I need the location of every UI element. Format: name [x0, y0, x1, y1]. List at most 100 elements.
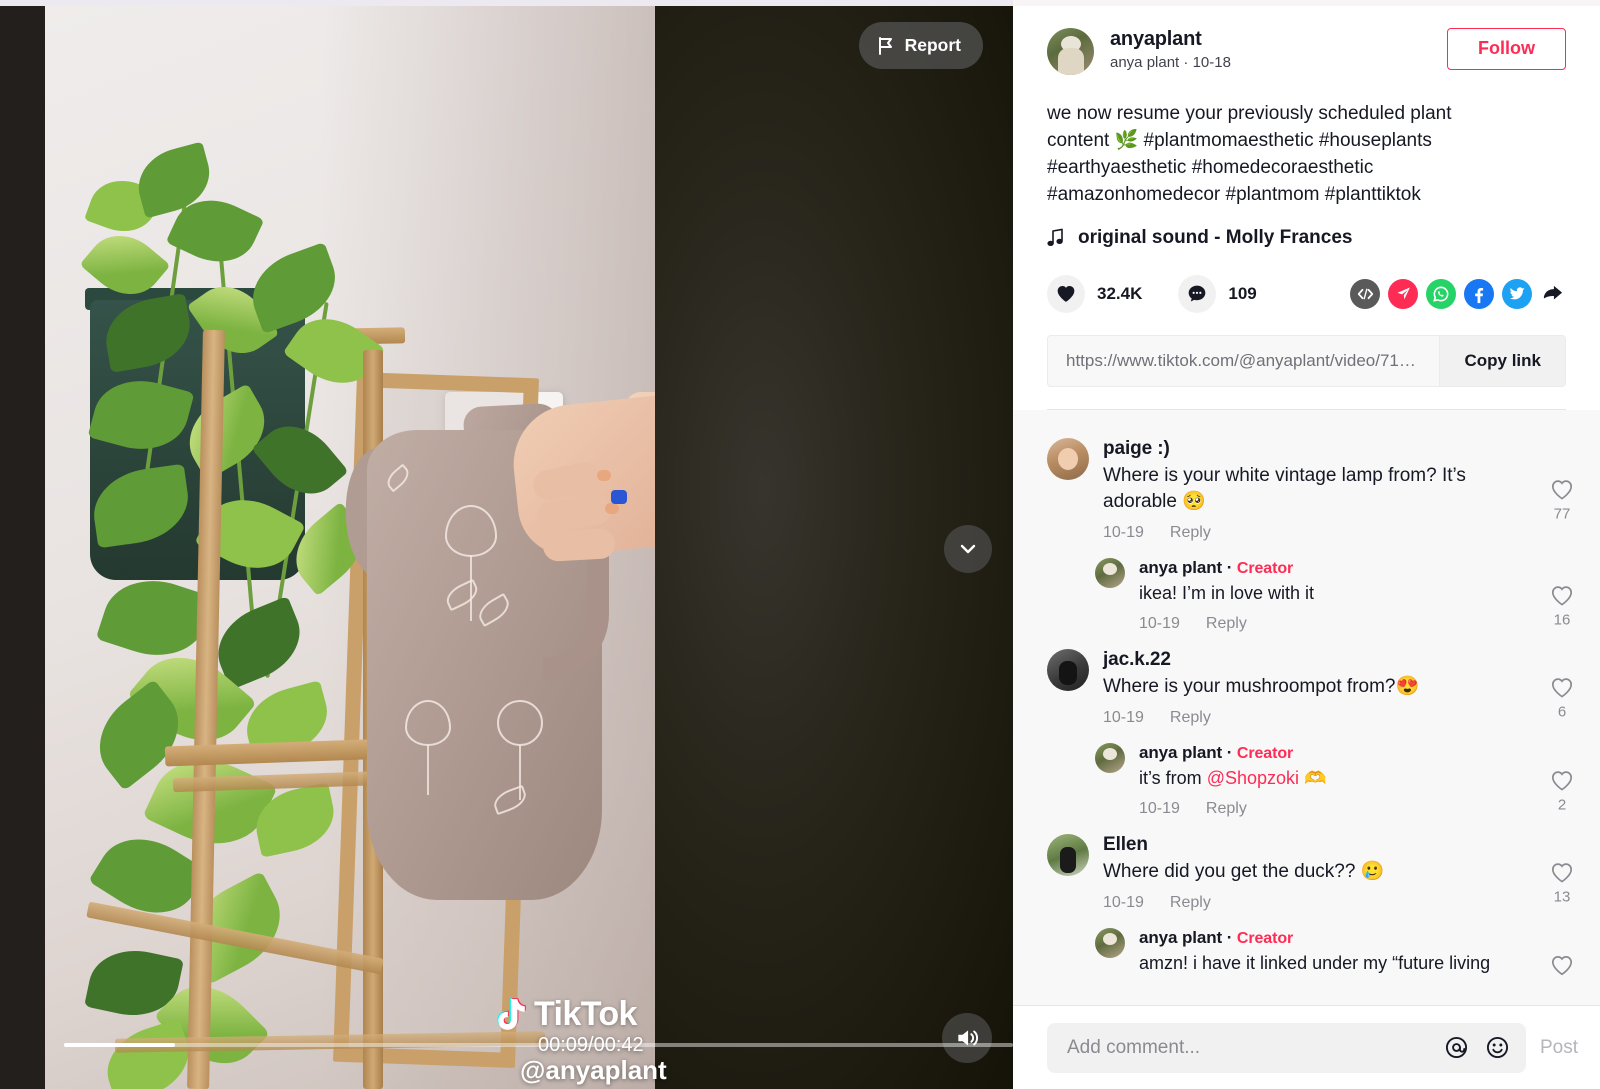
comment-item[interactable]: jac.k.22 Where is your mushroompot from?… [1013, 641, 1600, 735]
comment-date: 10-19 [1103, 524, 1144, 542]
comment-like-count: 13 [1553, 888, 1571, 906]
comment-reply-item[interactable]: anya plant · Creator amzn! i have it lin… [1013, 920, 1600, 984]
video-content[interactable] [45, 0, 655, 1089]
comment-avatar-ellen[interactable] [1047, 834, 1089, 877]
comment-like-button[interactable]: 77 [1550, 479, 1574, 523]
engagement-row: 32.4K 109 [1047, 274, 1566, 313]
post-info-block: anyaplant anya plant · 10-18 Follow we n… [1013, 0, 1600, 410]
heart-outline-icon [1551, 771, 1573, 791]
reply-button[interactable]: Reply [1206, 800, 1247, 818]
like-stat[interactable]: 32.4K [1047, 274, 1142, 313]
comment-like-button[interactable]: 2 [1550, 769, 1574, 813]
browser-top-strip [0, 0, 1600, 6]
heart-outline-icon [1551, 480, 1573, 500]
emoji-smile-icon[interactable] [1485, 1035, 1510, 1060]
at-mention-icon[interactable] [1444, 1035, 1469, 1060]
comment-avatar-anya[interactable] [1095, 928, 1125, 959]
next-video-button[interactable] [944, 525, 992, 573]
share-icon-row [1350, 278, 1566, 309]
comment-input[interactable]: Add comment... [1067, 1037, 1428, 1059]
comment-text: Where is your white vintage lamp from? I… [1103, 464, 1466, 513]
comment-stat[interactable]: 109 [1178, 274, 1257, 313]
post-comment-button[interactable]: Post [1540, 1037, 1578, 1059]
comment-like-button[interactable] [1550, 954, 1574, 976]
share-arrow-icon[interactable] [1540, 279, 1566, 309]
comment-input-wrapper[interactable]: Add comment... [1047, 1022, 1526, 1073]
comment-item[interactable]: paige :) Where is your white vintage lam… [1013, 430, 1600, 550]
copy-link-row: https://www.tiktok.com/@anyaplant/video/… [1047, 334, 1566, 387]
comments-list[interactable]: paige :) Where is your white vintage lam… [1013, 409, 1600, 1089]
comment-like-count: 6 [1557, 703, 1567, 721]
comment-body: paige :) Where is your white vintage lam… [1103, 438, 1574, 542]
video-url-text[interactable]: https://www.tiktok.com/@anyaplant/video/… [1048, 336, 1439, 386]
user-mention-link[interactable]: @Shopzoki [1207, 768, 1299, 788]
comment-author[interactable]: Ellen [1103, 834, 1532, 856]
reply-button[interactable]: Reply [1170, 709, 1211, 727]
comment-like-count: 2 [1557, 796, 1567, 814]
reply-button[interactable]: Reply [1170, 894, 1211, 912]
comment-avatar-anya[interactable] [1095, 558, 1125, 589]
comment-item[interactable]: Ellen Where did you get the duck?? 🥲 10-… [1013, 826, 1600, 920]
whatsapp-icon[interactable] [1426, 278, 1456, 309]
reply-button[interactable]: Reply [1206, 615, 1247, 633]
comment-author[interactable]: jac.k.22 [1103, 649, 1532, 671]
music-row[interactable]: original sound - Molly Frances [1047, 227, 1566, 249]
comment-like-count: 77 [1553, 505, 1571, 523]
author-avatar[interactable] [1047, 28, 1094, 75]
comment-reply-item[interactable]: anya plant · Creator ikea! I’m in love w… [1013, 550, 1600, 641]
comment-like-button[interactable]: 6 [1550, 677, 1574, 721]
comment-text: Where did you get the duck?? 🥲 [1103, 861, 1385, 883]
reply-separator: · [1226, 743, 1233, 763]
reply-separator: · [1226, 558, 1233, 578]
mute-toggle-button[interactable] [942, 1013, 992, 1063]
report-button[interactable]: Report [858, 22, 983, 69]
author-nickname: anya plant [1110, 54, 1180, 71]
comment-author[interactable]: anya plant · Creator [1139, 928, 1532, 948]
reply-button[interactable]: Reply [1170, 524, 1211, 542]
comment-like-button[interactable]: 13 [1550, 862, 1574, 906]
facebook-icon[interactable] [1464, 278, 1494, 309]
comment-body: Ellen Where did you get the duck?? 🥲 10-… [1103, 834, 1574, 912]
follow-button[interactable]: Follow [1447, 28, 1566, 70]
comment-date: 10-19 [1103, 894, 1144, 912]
comment-body: jac.k.22 Where is your mushroompot from?… [1103, 649, 1574, 727]
comment-text: Where is your mushroompot from?😍 [1103, 676, 1420, 698]
flag-icon [877, 36, 895, 55]
twitter-icon[interactable] [1502, 278, 1532, 309]
copy-link-button[interactable]: Copy link [1439, 335, 1565, 386]
music-note-icon [1047, 228, 1065, 248]
post-date: 10-18 [1192, 54, 1231, 71]
creator-badge: Creator [1236, 560, 1294, 578]
comment-like-button[interactable]: 16 [1550, 584, 1574, 628]
comment-text: amzn! i have it linked under my “future … [1139, 953, 1491, 974]
author-row: anyaplant anya plant · 10-18 Follow [1047, 28, 1566, 75]
comment-meta: 10-19 Reply [1103, 894, 1532, 912]
tiktok-logo-icon [493, 996, 527, 1034]
comment-date: 10-19 [1103, 709, 1144, 727]
reply-author-name: anya plant [1139, 928, 1223, 948]
comment-author[interactable]: anya plant · Creator [1139, 743, 1532, 763]
comment-author[interactable]: paige :) [1103, 438, 1532, 460]
comment-avatar-paige[interactable] [1047, 437, 1089, 480]
author-username[interactable]: anyaplant [1110, 28, 1231, 51]
author-nickname-date: anya plant · 10-18 [1110, 54, 1231, 71]
comment-text: it’s from @Shopzoki 🫶 [1139, 766, 1532, 791]
comment-meta: 10-19 Reply [1139, 615, 1532, 633]
video-progress-bar[interactable] [64, 1043, 1013, 1047]
video-player-panel[interactable]: Report TikTok 00:09/00:42 @anyaplant [0, 0, 1013, 1089]
comment-author[interactable]: anya plant · Creator [1139, 558, 1532, 578]
comment-bubble-icon [1178, 274, 1217, 313]
report-label: Report [904, 35, 961, 55]
tiktok-video-page: Report TikTok 00:09/00:42 @anyaplant any… [0, 0, 1600, 1089]
volume-on-icon [954, 1025, 980, 1051]
music-label: original sound - Molly Frances [1078, 226, 1353, 248]
heart-filled-icon [1047, 274, 1085, 313]
comment-reply-item[interactable]: anya plant · Creator it’s from @Shopzoki… [1013, 735, 1600, 826]
author-names: anyaplant anya plant · 10-18 [1110, 28, 1231, 71]
comment-body: anya plant · Creator amzn! i have it lin… [1139, 928, 1574, 976]
embed-icon[interactable] [1350, 278, 1380, 309]
comment-avatar-anya[interactable] [1095, 743, 1125, 774]
heart-outline-icon [1551, 678, 1573, 698]
tiktok-share-icon[interactable] [1388, 278, 1418, 309]
comment-avatar-jac[interactable] [1047, 649, 1089, 692]
